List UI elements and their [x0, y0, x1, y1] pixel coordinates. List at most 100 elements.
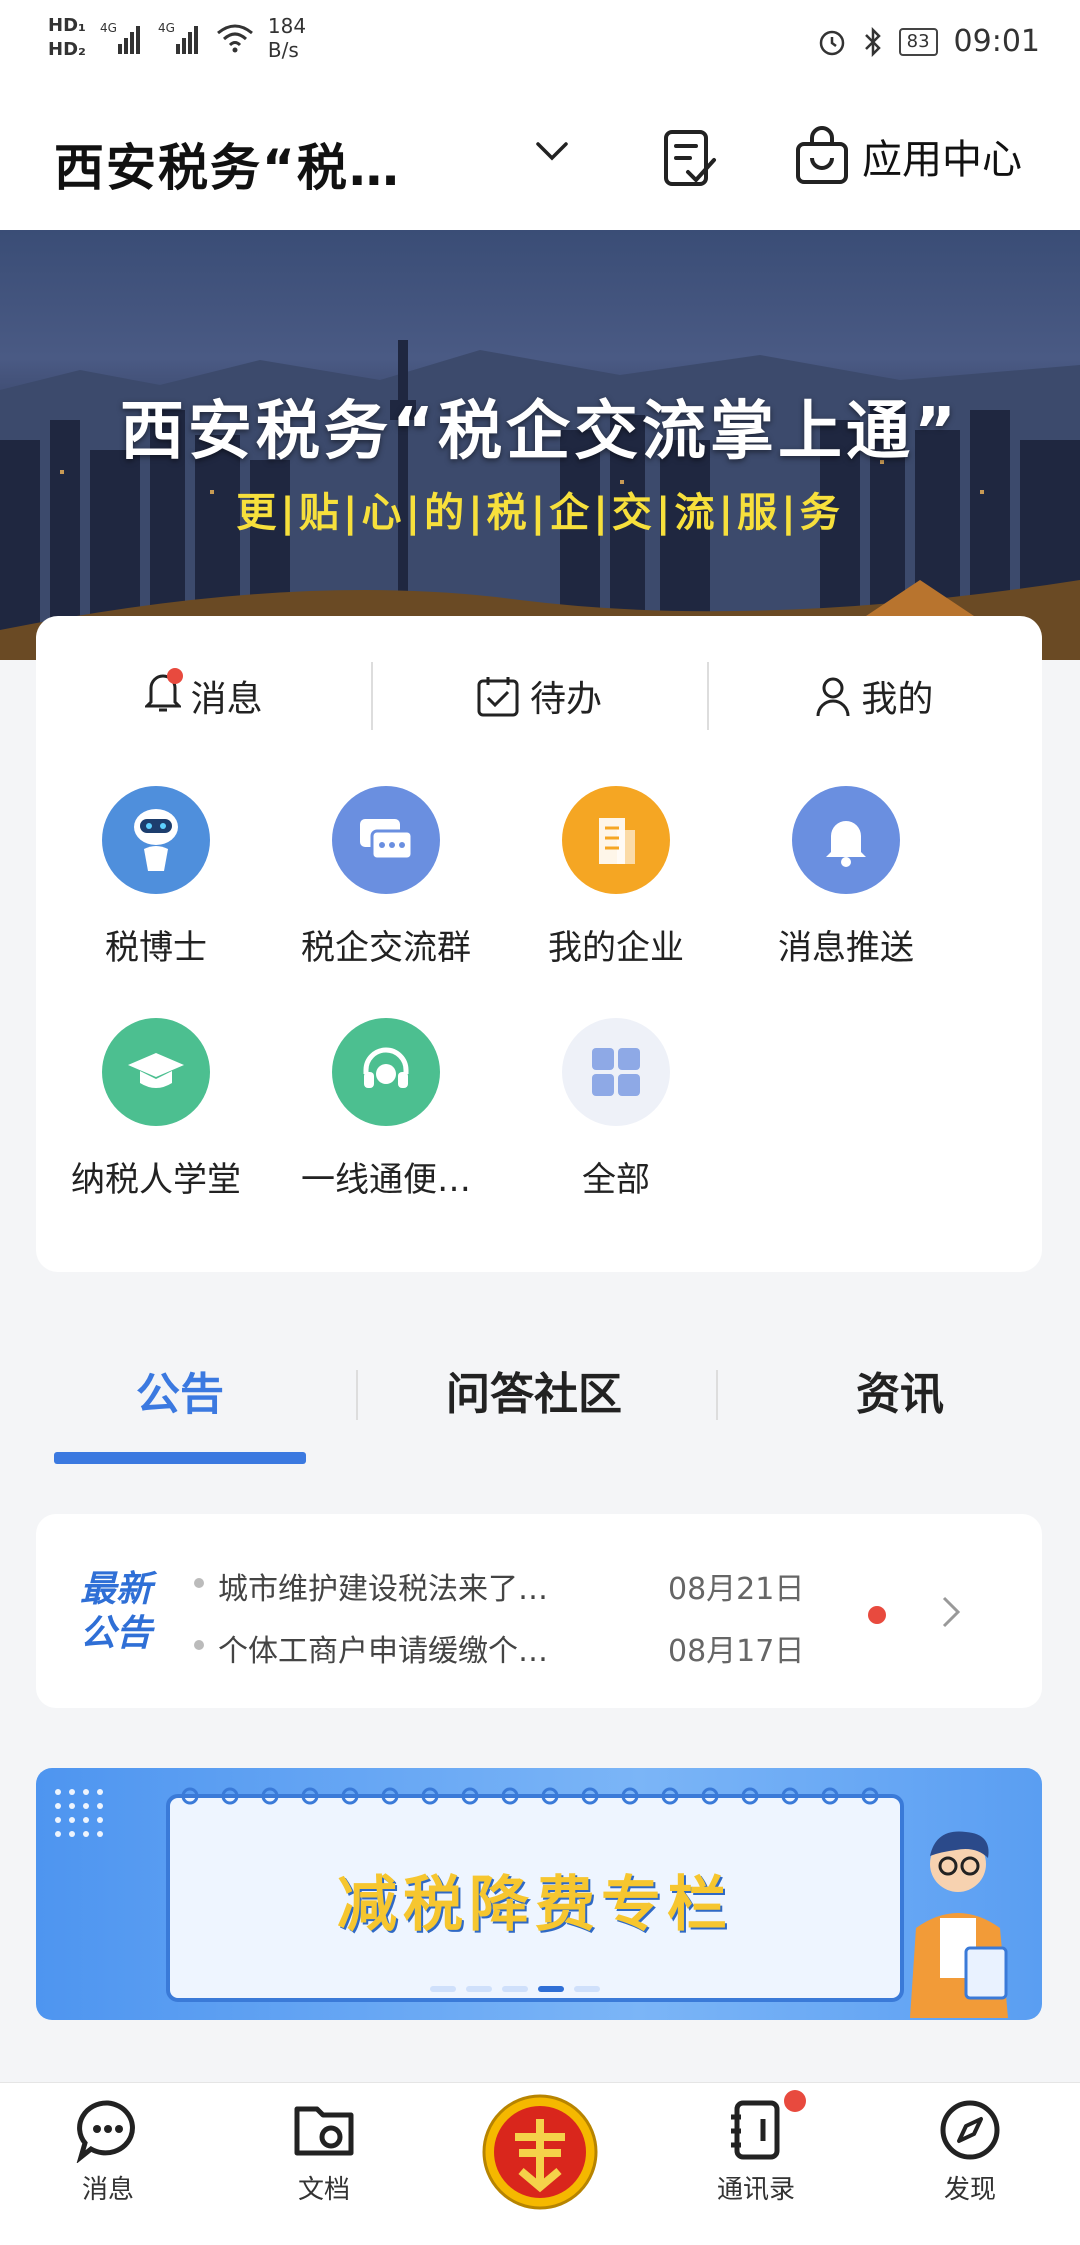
calendar-check-icon: [477, 677, 519, 717]
pager-dot[interactable]: [466, 1986, 492, 1992]
tax-reduction-banner[interactable]: 减税降费专栏: [36, 1768, 1042, 2020]
app-center-label: 应用中心: [862, 137, 1022, 183]
nav-tax-emblem[interactable]: [470, 2087, 610, 2217]
banner-title: 西安税务“税企交流掌上通”: [119, 395, 961, 469]
chevron-right-icon[interactable]: [940, 1594, 964, 1630]
app-tax-doctor[interactable]: 税博士: [36, 786, 276, 969]
unread-dot: [868, 1606, 886, 1624]
active-tab-indicator: [54, 1452, 306, 1464]
notice-text: 城市维护建设税法来了…: [218, 1572, 548, 1607]
pager-dot[interactable]: [574, 1986, 600, 1992]
hero-banner[interactable]: 西安税务“税企交流掌上通” 更|贴|心|的|税|企|交|流|服|务: [0, 230, 1080, 660]
alarm-icon: [819, 30, 844, 55]
bottom-navigation: 消息 文档 通讯录 发现: [0, 2082, 1080, 2245]
status-right: 83 09:01: [817, 24, 1040, 59]
compass-icon: [940, 2100, 1000, 2160]
notebook-rings-icon: [181, 1787, 879, 1805]
pager-dot[interactable]: [430, 1986, 456, 1992]
bluetooth-icon: [864, 26, 881, 57]
news-tabs: 公告 问答社区 资讯: [0, 1330, 1080, 1460]
svg-text:4G: 4G: [158, 21, 175, 35]
contacts-book-icon: [731, 2100, 780, 2160]
tab-qa-community[interactable]: 问答社区: [446, 1358, 622, 1422]
notice-date: 08月21日: [668, 1572, 805, 1607]
shopping-bag-icon: [796, 126, 848, 184]
nav-documents[interactable]: 文档: [254, 2097, 394, 2206]
building-icon: [562, 786, 670, 894]
app-label: 税博士: [105, 928, 207, 968]
nav-discover[interactable]: 发现: [900, 2097, 1040, 2206]
nav-label: 通讯录: [716, 2175, 795, 2205]
chat-group-icon: [332, 786, 440, 894]
user-icon: [816, 677, 850, 717]
hd-icons: HD₁ HD₂: [48, 15, 86, 60]
signal-icon-2: 4G: [158, 21, 198, 54]
cartoon-man-illustration: [910, 1831, 1008, 2018]
tab-divider: [716, 1370, 718, 1420]
pager-dot-active[interactable]: [538, 1986, 564, 1992]
grid-icon: [562, 1018, 670, 1126]
notice-item[interactable]: 个体工商户申请缓缴个… 08月17日: [194, 1626, 804, 1670]
app-tax-chat-group[interactable]: 税企交流群: [266, 786, 506, 969]
banner-subtitle: 更|贴|心|的|税|企|交|流|服|务: [236, 490, 844, 536]
tab-todo-label: 待办: [529, 679, 602, 720]
app-label: 纳税人学堂: [71, 1160, 241, 1200]
wifi-icon: [216, 24, 253, 53]
latest-notice-label: 最新 公告: [80, 1568, 152, 1656]
tab-todo[interactable]: 待办: [371, 656, 706, 736]
bell-icon-wrap: [143, 667, 183, 723]
dot-pattern-icon: [55, 1789, 103, 1837]
nav-label: 发现: [943, 2175, 996, 2205]
checklist-icon[interactable]: [660, 128, 720, 188]
robot-icon: [102, 786, 210, 894]
headset-icon: [332, 1018, 440, 1126]
status-bar: HD₁ HD₂ 4G 4G 184 B/s 83 09:01: [0, 0, 1080, 90]
chevron-down-icon[interactable]: [532, 132, 572, 172]
tab-mine[interactable]: 我的: [706, 656, 1042, 736]
nav-messages[interactable]: 消息: [38, 2097, 178, 2206]
unread-dot: [166, 667, 183, 684]
notice-item[interactable]: 城市维护建设税法来了… 08月21日: [194, 1564, 804, 1608]
status-left: HD₁ HD₂ 4G 4G 184 B/s: [48, 14, 306, 62]
app-label: 一线通便…: [301, 1160, 471, 1200]
carousel-pager: [430, 1986, 600, 1992]
notepad-graphic: 减税降费专栏: [166, 1787, 904, 2002]
tab-messages[interactable]: 消息: [36, 656, 371, 736]
page-title[interactable]: 西安税务“税…: [54, 128, 401, 200]
app-center-button[interactable]: 应用中心: [794, 126, 1022, 186]
bullet-icon: [194, 1578, 204, 1588]
bullet-icon: [194, 1640, 204, 1650]
bell-push-icon: [792, 786, 900, 894]
notice-label-line2: 公告: [80, 1613, 153, 1654]
graduation-cap-icon: [102, 1018, 210, 1126]
app-hotline[interactable]: 一线通便…: [266, 1018, 506, 1201]
battery-icon: 83: [898, 27, 938, 56]
pager-dot[interactable]: [502, 1986, 528, 1992]
nav-label: 消息: [81, 2175, 134, 2205]
promo-title: 减税降费专栏: [337, 1870, 733, 1940]
app-all[interactable]: 全部: [496, 1018, 736, 1201]
nav-label: 文档: [297, 2175, 350, 2205]
app-message-push[interactable]: 消息推送: [726, 786, 966, 969]
app-label: 我的企业: [548, 928, 684, 968]
nav-contacts[interactable]: 通讯录: [686, 2097, 826, 2206]
app-my-enterprise[interactable]: 我的企业: [496, 786, 736, 969]
tab-divider: [356, 1370, 358, 1420]
quick-access-card: 消息 待办 我的 税博士 税企交流群 我的企业 消息推送 纳税人学堂 一线通便……: [36, 616, 1042, 1272]
tab-announcements[interactable]: 公告: [136, 1358, 224, 1422]
notice-date: 08月17日: [668, 1634, 805, 1669]
net-speed-unit: B/s: [267, 38, 299, 62]
app-taxpayer-school[interactable]: 纳税人学堂: [36, 1018, 276, 1201]
tab-messages-label: 消息: [190, 679, 263, 720]
folder-icon: [294, 2106, 354, 2156]
svg-text:4G: 4G: [100, 21, 117, 35]
net-speed: 184 B/s: [268, 14, 306, 62]
tab-news[interactable]: 资讯: [856, 1358, 944, 1422]
contacts-badge-dot: [784, 2090, 806, 2112]
latest-notice-card[interactable]: 最新 公告 城市维护建设税法来了… 08月21日 个体工商户申请缓缴个… 08月…: [36, 1514, 1042, 1708]
tab-mine-label: 我的: [861, 679, 934, 720]
tax-emblem-icon: [482, 2094, 598, 2210]
chat-bubble-icon: [76, 2100, 135, 2163]
app-label: 税企交流群: [301, 928, 471, 968]
notice-text: 个体工商户申请缓缴个…: [218, 1634, 548, 1669]
